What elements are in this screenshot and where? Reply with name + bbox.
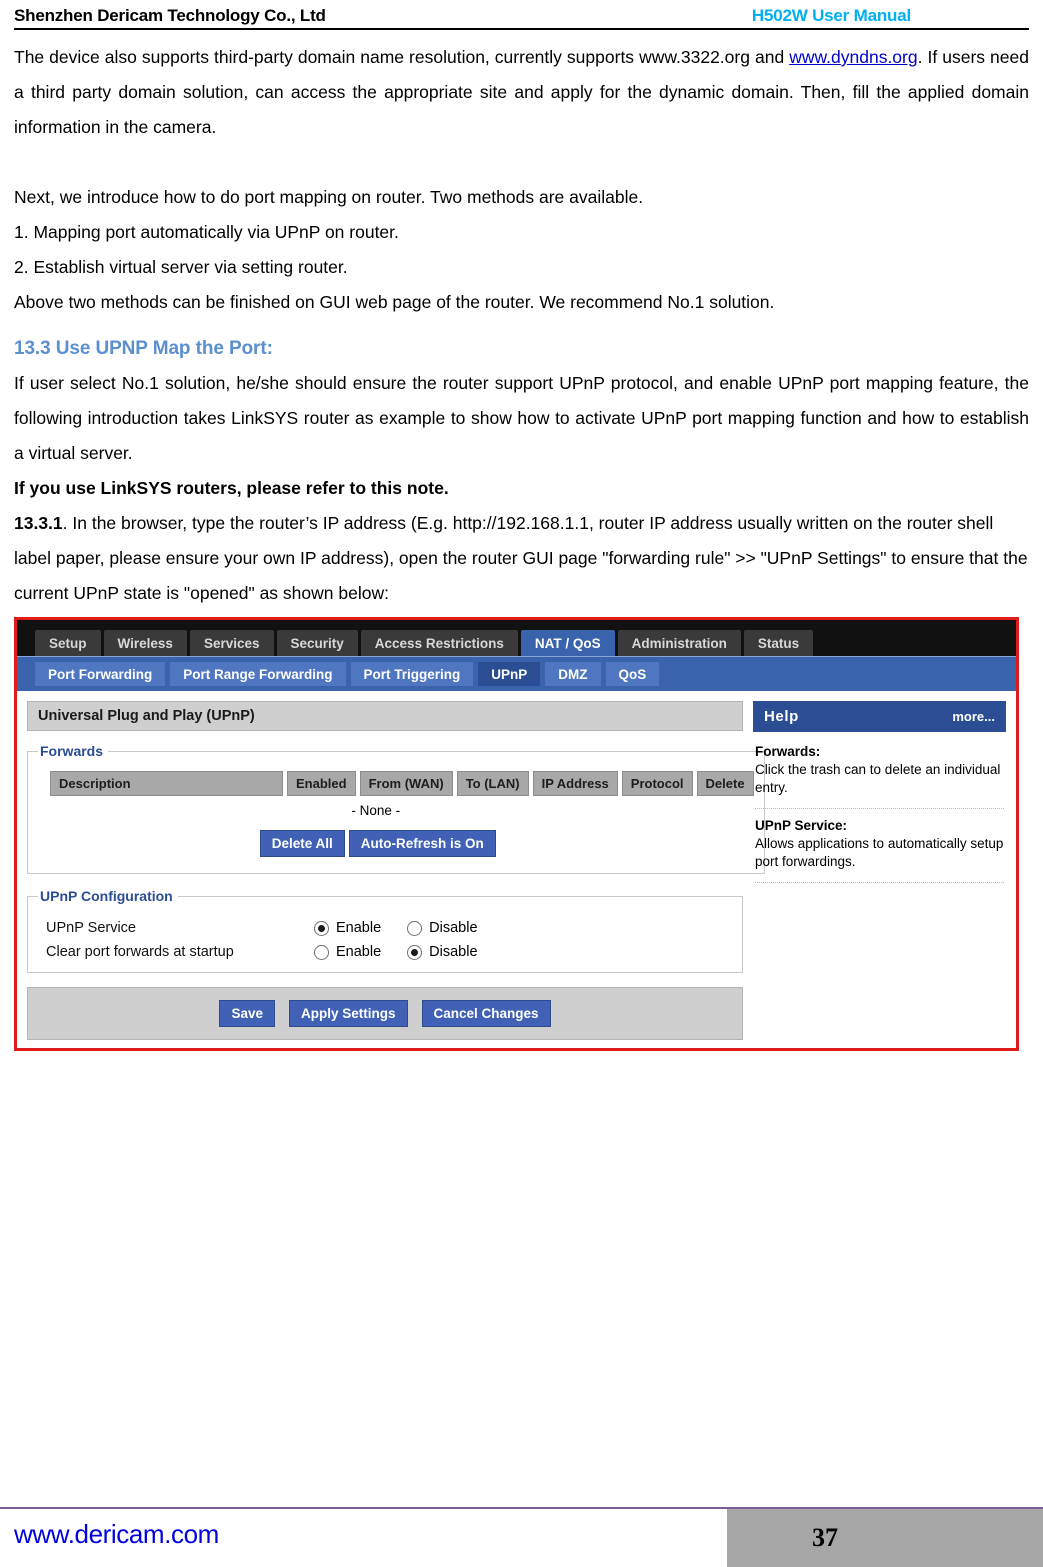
router-main-column: Universal Plug and Play (UPnP) Forwards … (27, 701, 765, 1040)
header-manual-title: H502W User Manual (751, 6, 911, 25)
clear-port-forwards-label: Clear port forwards at startup (46, 944, 234, 960)
forwards-group: Forwards Description Enabled From (WAN) … (27, 743, 765, 874)
paragraph-step-13-3-1: 13.3.1. In the browser, type the router’… (14, 506, 1029, 611)
help-term-upnp-service: UPnP Service: (755, 818, 848, 833)
tab-nat-qos[interactable]: NAT / QoS (520, 630, 615, 656)
column-header-from-wan: From (WAN) (359, 771, 453, 796)
column-header-description: Description (50, 771, 283, 796)
step-number-label: 13.3.1 (14, 513, 63, 533)
help-divider-2 (755, 882, 1004, 883)
auto-refresh-button[interactable]: Auto-Refresh is On (348, 830, 496, 857)
router-screenshot: Setup Wireless Services Security Access … (14, 617, 1019, 1051)
config-row-clear-port-forwards: Clear port forwards at startup Enable Di… (46, 944, 732, 960)
subtab-qos[interactable]: QoS (605, 662, 660, 686)
radio-upnp-service-disable[interactable] (407, 920, 423, 936)
dyndns-link[interactable]: www.dyndns.org (789, 47, 917, 67)
router-action-bar: Save Apply Settings Cancel Changes (27, 987, 743, 1040)
document-footer: www.dericam.com 37 (0, 1489, 1043, 1567)
router-screenshot-inner: Setup Wireless Services Security Access … (17, 620, 1016, 1048)
forwards-button-row: Delete All Auto-Refresh is On (38, 830, 754, 857)
tab-access-restrictions[interactable]: Access Restrictions (360, 630, 518, 656)
help-divider-1 (755, 808, 1004, 809)
footer-page-number: 37 (812, 1523, 838, 1552)
forwards-legend: Forwards (40, 743, 104, 759)
clear-port-forwards-disable-option[interactable]: Disable (407, 944, 478, 960)
column-header-ip-address: IP Address (532, 771, 618, 796)
help-text-upnp-service: Allows applications to automatically set… (755, 836, 1004, 869)
upnp-configuration-legend: UPnP Configuration (40, 888, 173, 904)
column-header-delete: Delete (696, 771, 754, 796)
help-text-forwards: Click the trash can to delete an individ… (755, 762, 1001, 795)
tab-services[interactable]: Services (189, 630, 274, 656)
header-company-name: Shenzhen Dericam Technology Co., Ltd (14, 6, 326, 25)
document-page: Shenzhen Dericam Technology Co., Ltd H50… (0, 0, 1043, 1567)
radio-upnp-service-enable[interactable] (314, 920, 329, 936)
radio-clear-port-forwards-enable[interactable] (314, 944, 329, 960)
upnp-panel-title: Universal Plug and Play (UPnP) (27, 701, 743, 731)
subtab-port-range-forwarding[interactable]: Port Range Forwarding (170, 662, 346, 686)
clear-port-forwards-enable-label: Enable (336, 944, 382, 960)
radio-clear-port-forwards-disable[interactable] (407, 944, 423, 960)
tab-security[interactable]: Security (276, 630, 358, 656)
subtab-port-triggering[interactable]: Port Triggering (350, 662, 474, 686)
help-panel-body: Forwards: Click the trash can to delete … (753, 732, 1006, 896)
paragraph-domain-resolution: The device also supports third-party dom… (14, 40, 1029, 145)
router-top-tabbar: Setup Wireless Services Security Access … (17, 620, 1016, 656)
help-panel-title: Help (764, 708, 799, 725)
forwards-header-row: Description Enabled From (WAN) To (LAN) … (50, 771, 754, 796)
save-button[interactable]: Save (219, 1000, 275, 1027)
delete-all-button[interactable]: Delete All (259, 830, 345, 857)
subtab-dmz[interactable]: DMZ (545, 662, 601, 686)
paragraph-method-1: 1. Mapping port automatically via UPnP o… (14, 222, 399, 242)
subtab-upnp[interactable]: UPnP (478, 662, 541, 686)
forwards-empty-text: - None - (351, 803, 401, 818)
help-term-forwards: Forwards: (755, 744, 821, 759)
config-row-upnp-service: UPnP Service Enable Disable (46, 920, 732, 936)
upnp-configuration-group: UPnP Configuration UPnP Service Enable D… (27, 888, 743, 973)
cancel-changes-button[interactable]: Cancel Changes (421, 1000, 551, 1027)
help-panel-header: Help more... (753, 701, 1006, 732)
paragraph-upnp-intro: If user select No.1 solution, he/she sho… (14, 373, 1029, 463)
paragraph-method-2: 2. Establish virtual server via setting … (14, 257, 348, 277)
linksys-note: If you use LinkSYS routers, please refer… (14, 478, 449, 498)
router-sub-tabbar: Port Forwarding Port Range Forwarding Po… (17, 656, 1016, 691)
help-more-link[interactable]: more... (952, 709, 995, 724)
column-header-enabled: Enabled (287, 771, 356, 796)
apply-settings-button[interactable]: Apply Settings (288, 1000, 408, 1027)
upnp-service-label: UPnP Service (46, 920, 136, 936)
upnp-service-disable-option[interactable]: Disable (407, 920, 478, 936)
upnp-service-disable-label: Disable (429, 920, 478, 936)
subtab-port-forwarding[interactable]: Port Forwarding (35, 662, 166, 686)
step-body-text: . In the browser, type the router’s IP a… (14, 513, 1028, 603)
tab-setup[interactable]: Setup (35, 630, 101, 656)
paragraph-port-mapping-intro: Next, we introduce how to do port mappin… (14, 187, 644, 207)
paragraph-domain-resolution-text-before: The device also supports third-party dom… (14, 47, 790, 67)
footer-website: www.dericam.com (14, 1519, 219, 1549)
tab-administration[interactable]: Administration (617, 630, 741, 656)
clear-port-forwards-disable-label: Disable (429, 944, 478, 960)
column-header-protocol: Protocol (621, 771, 693, 796)
document-header: Shenzhen Dericam Technology Co., Ltd H50… (14, 0, 1029, 30)
paragraph-recommendation: Above two methods can be finished on GUI… (14, 292, 775, 312)
upnp-service-enable-option[interactable]: Enable (314, 920, 381, 936)
column-header-to-lan: To (LAN) (456, 771, 529, 796)
tab-wireless[interactable]: Wireless (103, 630, 187, 656)
clear-port-forwards-enable-option[interactable]: Enable (314, 944, 381, 960)
upnp-service-enable-label: Enable (336, 920, 382, 936)
section-heading-13-3: 13.3 Use UPNP Map the Port: (14, 338, 273, 359)
tab-status[interactable]: Status (743, 630, 814, 656)
help-panel: Help more... Forwards: Click the trash c… (753, 701, 1006, 896)
router-content-area: Universal Plug and Play (UPnP) Forwards … (17, 691, 1016, 1048)
